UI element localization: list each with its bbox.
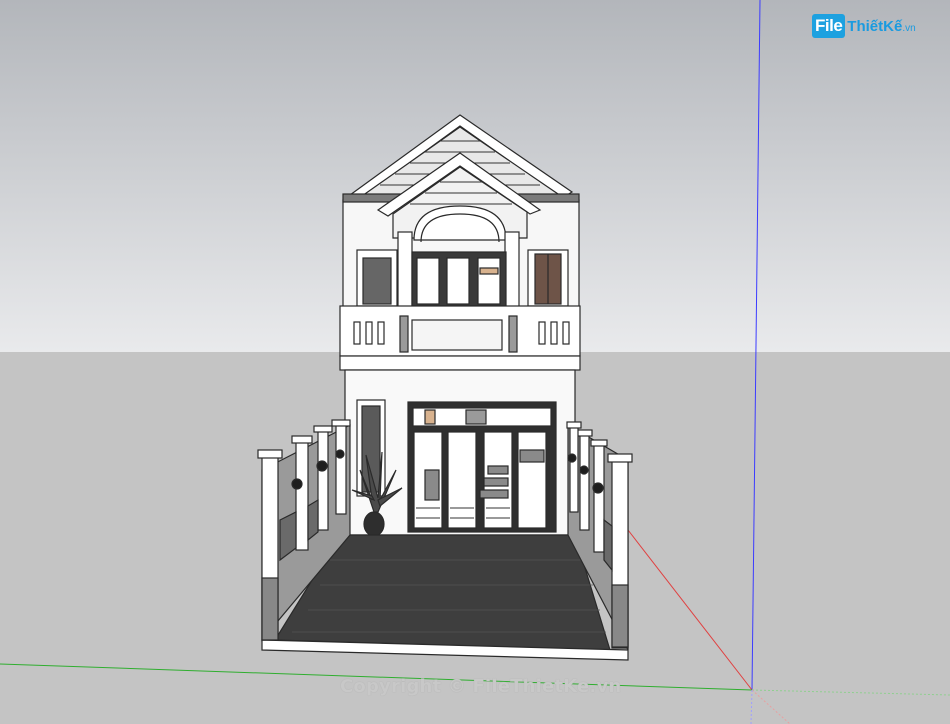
modeling-viewport[interactable] <box>0 0 950 724</box>
logo-text-main: ThiếtKế <box>847 17 903 35</box>
logo-text: ThiếtKế.vn <box>847 18 915 35</box>
logo-suffix: .vn <box>902 22 916 34</box>
copyright-watermark: Copyright © FileThietKe.vn <box>340 676 622 697</box>
floor-slab <box>339 355 581 371</box>
logo-mark: File <box>812 14 846 38</box>
site-logo: File ThiếtKế.vn <box>812 12 922 40</box>
